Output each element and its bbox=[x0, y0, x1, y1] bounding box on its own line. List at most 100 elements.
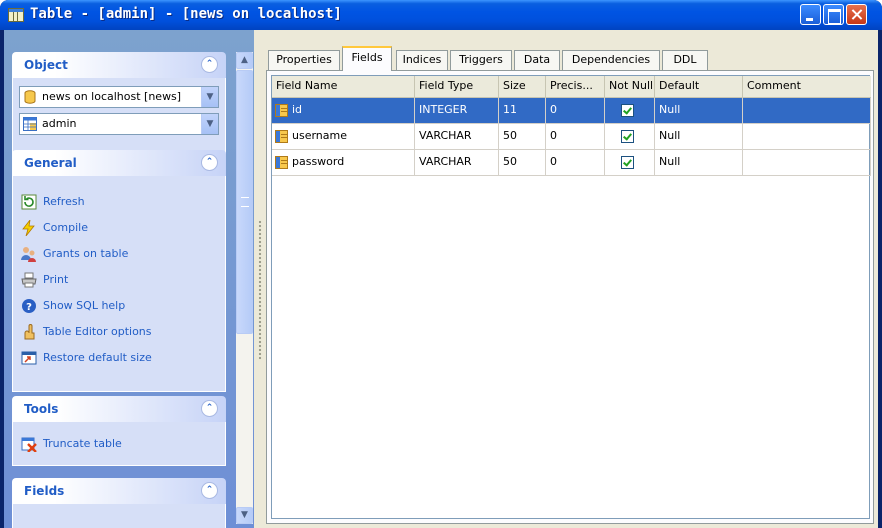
scroll-thumb[interactable] bbox=[236, 70, 253, 334]
size-cell[interactable]: 50 bbox=[499, 150, 546, 176]
collapse-chevron-icon[interactable]: ⌃ bbox=[201, 56, 218, 73]
default-cell[interactable]: Null bbox=[655, 98, 743, 124]
refresh-link[interactable]: Refresh bbox=[13, 192, 225, 218]
general-group-header[interactable]: General ⌃ bbox=[12, 150, 226, 176]
lightning-icon bbox=[22, 220, 35, 236]
collapse-chevron-icon[interactable]: ⌃ bbox=[201, 482, 218, 499]
column-header-field-type[interactable]: Field Type bbox=[415, 76, 499, 98]
collapse-chevron-icon[interactable]: ⌃ bbox=[201, 154, 218, 171]
scroll-up-icon[interactable]: ▲ bbox=[236, 52, 253, 69]
default-cell[interactable]: Null bbox=[655, 150, 743, 176]
truncate-table-link[interactable]: Truncate table bbox=[13, 434, 225, 460]
tab-data[interactable]: Data bbox=[514, 50, 560, 70]
object-group: Object ⌃ news on localhost [news] ▼ admi… bbox=[12, 52, 226, 158]
field-type-cell[interactable]: INTEGER bbox=[415, 98, 499, 124]
window-title: Table - [admin] - [news on localhost] bbox=[30, 6, 342, 22]
default-cell[interactable]: Null bbox=[655, 124, 743, 150]
precision-cell[interactable]: 0 bbox=[546, 124, 605, 150]
tab-dependencies[interactable]: Dependencies bbox=[562, 50, 660, 70]
field-type-cell[interactable]: VARCHAR bbox=[415, 150, 499, 176]
column-header-field-name[interactable]: Field Name bbox=[272, 76, 415, 98]
general-group-title: General bbox=[24, 156, 77, 170]
column-header-not-null[interactable]: Not Null bbox=[605, 76, 655, 98]
field-icon bbox=[275, 104, 288, 117]
size-cell[interactable]: 11 bbox=[499, 98, 546, 124]
field-name-cell[interactable]: username bbox=[272, 124, 415, 150]
not-null-checkbox[interactable] bbox=[621, 104, 634, 117]
column-header-size[interactable]: Size bbox=[499, 76, 546, 98]
fields-grid[interactable]: Field Name Field Type Size Precis... Not… bbox=[271, 75, 871, 519]
print-label: Print bbox=[43, 273, 69, 286]
pane-splitter[interactable] bbox=[254, 30, 266, 528]
comment-cell[interactable] bbox=[743, 98, 871, 124]
object-group-header[interactable]: Object ⌃ bbox=[12, 52, 226, 78]
grants-icon bbox=[21, 247, 36, 262]
field-name-cell[interactable]: password bbox=[272, 150, 415, 176]
compile-link[interactable]: Compile bbox=[13, 218, 225, 244]
nav-pane-scrollbar[interactable]: ▲ ▼ bbox=[236, 52, 253, 524]
fields-group-title: Fields bbox=[24, 484, 65, 498]
tools-group-header[interactable]: Tools ⌃ bbox=[12, 396, 226, 422]
help-icon: ? bbox=[22, 299, 36, 313]
truncate-icon bbox=[21, 437, 37, 452]
general-group: General ⌃ Refresh Compile Grants on tabl… bbox=[12, 150, 226, 392]
truncate-table-label: Truncate table bbox=[43, 437, 122, 450]
close-button[interactable] bbox=[846, 4, 867, 25]
field-name-value: password bbox=[292, 155, 345, 168]
not-null-checkbox[interactable] bbox=[621, 130, 634, 143]
database-combo[interactable]: news on localhost [news] ▼ bbox=[19, 86, 219, 108]
chevron-down-icon[interactable]: ▼ bbox=[201, 87, 218, 107]
database-icon bbox=[24, 90, 36, 104]
title-bar[interactable]: Table - [admin] - [news on localhost] bbox=[0, 0, 882, 30]
maximize-button[interactable] bbox=[823, 4, 844, 25]
field-name-value: username bbox=[292, 129, 347, 142]
column-header-precision[interactable]: Precis... bbox=[546, 76, 605, 98]
column-header-default[interactable]: Default bbox=[655, 76, 743, 98]
size-cell[interactable]: 50 bbox=[499, 124, 546, 150]
field-icon bbox=[275, 156, 288, 169]
compile-label: Compile bbox=[43, 221, 88, 234]
comment-cell[interactable] bbox=[743, 150, 871, 176]
column-header-comment[interactable]: Comment bbox=[743, 76, 871, 98]
refresh-icon bbox=[21, 194, 37, 210]
tab-indices[interactable]: Indices bbox=[396, 50, 448, 70]
precision-cell[interactable]: 0 bbox=[546, 150, 605, 176]
tools-group: Tools ⌃ Truncate table bbox=[12, 396, 226, 466]
collapse-chevron-icon[interactable]: ⌃ bbox=[201, 400, 218, 417]
tab-fields[interactable]: Fields bbox=[342, 46, 392, 71]
splitter-grip[interactable] bbox=[258, 220, 262, 360]
not-null-cell[interactable] bbox=[605, 98, 655, 124]
table-combo-value: admin bbox=[42, 117, 77, 130]
grants-on-table-label: Grants on table bbox=[43, 247, 129, 260]
field-name-cell[interactable]: id bbox=[272, 98, 415, 124]
tab-properties[interactable]: Properties bbox=[268, 50, 340, 70]
not-null-checkbox[interactable] bbox=[621, 156, 634, 169]
restore-icon bbox=[21, 351, 37, 365]
table-icon bbox=[8, 8, 24, 22]
database-combo-value: news on localhost [news] bbox=[42, 90, 182, 103]
not-null-cell[interactable] bbox=[605, 150, 655, 176]
chevron-down-icon[interactable]: ▼ bbox=[201, 114, 218, 134]
scroll-down-icon[interactable]: ▼ bbox=[236, 507, 253, 524]
table-icon bbox=[23, 117, 37, 131]
fields-group: Fields ⌃ bbox=[12, 478, 226, 528]
table-combo[interactable]: admin ▼ bbox=[19, 113, 219, 135]
comment-cell[interactable] bbox=[743, 124, 871, 150]
tab-ddl[interactable]: DDL bbox=[662, 50, 708, 70]
fields-group-header[interactable]: Fields ⌃ bbox=[12, 478, 226, 504]
table-editor-options-label: Table Editor options bbox=[43, 325, 152, 338]
print-link[interactable]: Print bbox=[13, 270, 225, 296]
field-name-value: id bbox=[292, 103, 303, 116]
table-editor-options-link[interactable]: Table Editor options bbox=[13, 322, 225, 348]
show-sql-help-link[interactable]: ? Show SQL help bbox=[13, 296, 225, 322]
field-type-cell[interactable]: VARCHAR bbox=[415, 124, 499, 150]
refresh-label: Refresh bbox=[43, 195, 85, 208]
tab-triggers[interactable]: Triggers bbox=[450, 50, 512, 70]
grants-on-table-link[interactable]: Grants on table bbox=[13, 244, 225, 270]
window-client-area: Object ⌃ news on localhost [news] ▼ admi… bbox=[4, 30, 878, 528]
minimize-button[interactable] bbox=[800, 4, 821, 25]
precision-cell[interactable]: 0 bbox=[546, 98, 605, 124]
not-null-cell[interactable] bbox=[605, 124, 655, 150]
navigation-pane: Object ⌃ news on localhost [news] ▼ admi… bbox=[4, 30, 254, 528]
restore-default-size-link[interactable]: Restore default size bbox=[13, 348, 225, 374]
